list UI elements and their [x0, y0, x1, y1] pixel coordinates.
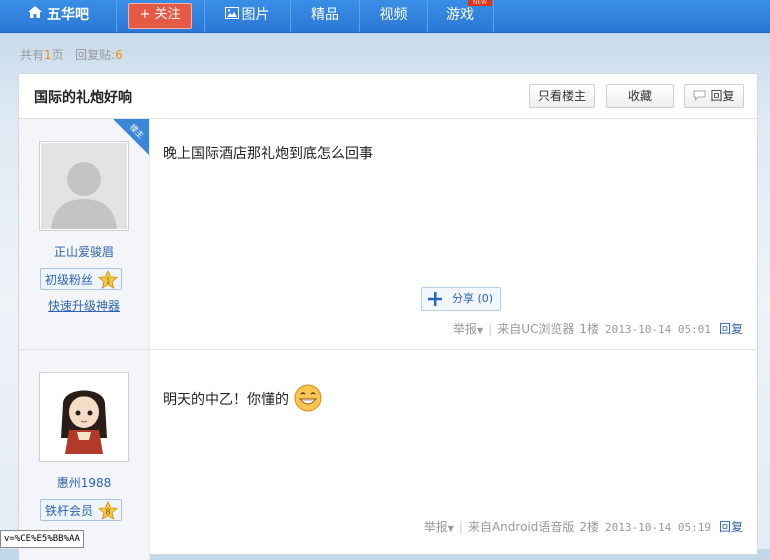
post-meta: 举报▼ | 来自UC浏览器 1楼 2013-10-14 05:01 回复 — [453, 320, 743, 337]
star-level-icon: 8 — [97, 500, 119, 528]
page-count: 1 — [44, 48, 52, 62]
upgrade-link[interactable]: 快速升级神器 — [19, 297, 149, 314]
image-icon — [224, 0, 239, 30]
thread-summary: 共有1页 回复贴:6 — [20, 46, 123, 63]
username[interactable]: 惠州1988 — [19, 474, 149, 491]
divider: | — [458, 520, 463, 534]
nav-tab-label: 图片 — [241, 7, 270, 23]
status-bar-url: v=%CE%E5%BB%AA — [0, 530, 84, 548]
level-number: 1 — [105, 277, 110, 286]
level-name: 铁杆会员 — [45, 504, 94, 518]
pages-suffix: 页 — [51, 48, 64, 62]
new-badge: NEW — [468, 0, 492, 6]
plus-icon: + — [139, 7, 151, 22]
thread-frame: 国际的礼炮好响 只看楼主 收藏 回复 正山爱骏眉 初级粉丝 1 快速升级神器 楼… — [18, 73, 758, 560]
star-level-icon: 1 — [97, 269, 119, 297]
default-avatar-icon — [41, 143, 127, 229]
report-label: 举报 — [452, 322, 477, 336]
post-source: 来自UC浏览器 — [497, 322, 575, 336]
nav-tab-label: 游戏 — [446, 7, 474, 23]
reply-button[interactable]: 回复 — [684, 84, 744, 108]
nav-tab-video[interactable]: 视频 — [360, 0, 428, 32]
grin-emoji-icon — [294, 384, 322, 416]
owner-corner-badge: 楼主 — [113, 119, 149, 155]
share-label: 分享 (0) — [452, 292, 494, 305]
reply-link[interactable]: 回复 — [719, 520, 743, 534]
share-button[interactable]: 分享 (0) — [421, 287, 501, 311]
post-floor-2: 惠州1988 铁杆会员 8 明天的中乙！你懂的 举报▼ | 来自Android语… — [19, 350, 757, 560]
reply-count: 6 — [115, 48, 123, 62]
post-text: 明天的中乙！你懂的 — [163, 392, 289, 408]
follow-wrap: + 关注 — [116, 0, 205, 32]
report-button[interactable]: 举报▼ — [424, 520, 454, 534]
pages-prefix: 共有 — [20, 48, 45, 62]
divider: | — [488, 322, 493, 336]
post-time: 2013-10-14 05:19 — [605, 521, 711, 534]
forum-name: 五华吧 — [47, 7, 89, 23]
cartoon-girl-avatar-icon — [41, 374, 127, 460]
floor-number: 1楼 — [579, 322, 600, 336]
caret-down-icon: ▼ — [447, 524, 454, 533]
report-label: 举报 — [423, 520, 448, 534]
speech-bubble-icon — [693, 86, 706, 108]
top-nav: 五华吧 + 关注 图片 精品 视频 游戏 NEW — [0, 0, 770, 33]
reply-link[interactable]: 回复 — [719, 322, 743, 336]
nav-tab-featured[interactable]: 精品 — [291, 0, 360, 32]
post-content: 晚上国际酒店那礼炮到底怎么回事 — [163, 146, 373, 162]
avatar[interactable] — [39, 372, 129, 462]
post-source: 来自Android语音版 — [467, 520, 575, 534]
report-button[interactable]: 举报▼ — [453, 322, 483, 336]
post-meta: 举报▼ | 来自Android语音版 2楼 2013-10-14 05:19 回复 — [424, 518, 743, 535]
owner-only-button[interactable]: 只看楼主 — [529, 84, 595, 108]
favorite-button[interactable]: 收藏 — [606, 84, 674, 108]
level-badge[interactable]: 初级粉丝 1 — [40, 268, 122, 290]
level-badge[interactable]: 铁杆会员 8 — [40, 499, 122, 521]
author-panel: 惠州1988 铁杆会员 8 — [19, 350, 150, 560]
share-plus-icon — [428, 292, 442, 314]
level-name: 初级粉丝 — [45, 273, 94, 287]
nav-tab-label: 视频 — [379, 7, 408, 23]
caret-down-icon: ▼ — [477, 326, 484, 335]
home-icon — [27, 0, 43, 30]
thread-title: 国际的礼炮好响 — [34, 90, 132, 106]
forum-home-link[interactable]: 五华吧 — [0, 0, 117, 32]
post-time: 2013-10-14 05:01 — [605, 323, 711, 336]
post-content: 明天的中乙！你懂的 — [163, 384, 322, 416]
post-floor-1: 正山爱骏眉 初级粉丝 1 快速升级神器 楼主 晚上国际酒店那礼炮到底怎么回事 分… — [19, 119, 757, 350]
replies-label: 回复贴: — [75, 48, 116, 62]
nav-tab-label: 精品 — [311, 7, 339, 23]
level-number: 8 — [105, 508, 110, 517]
floor-number: 2楼 — [579, 520, 600, 534]
follow-label: 关注 — [154, 7, 181, 22]
username[interactable]: 正山爱骏眉 — [19, 243, 149, 260]
follow-button[interactable]: + 关注 — [128, 3, 192, 29]
nav-tab-pictures[interactable]: 图片 — [204, 0, 291, 32]
reply-label: 回复 — [710, 89, 735, 103]
thread-header: 国际的礼炮好响 只看楼主 收藏 回复 — [19, 74, 757, 119]
